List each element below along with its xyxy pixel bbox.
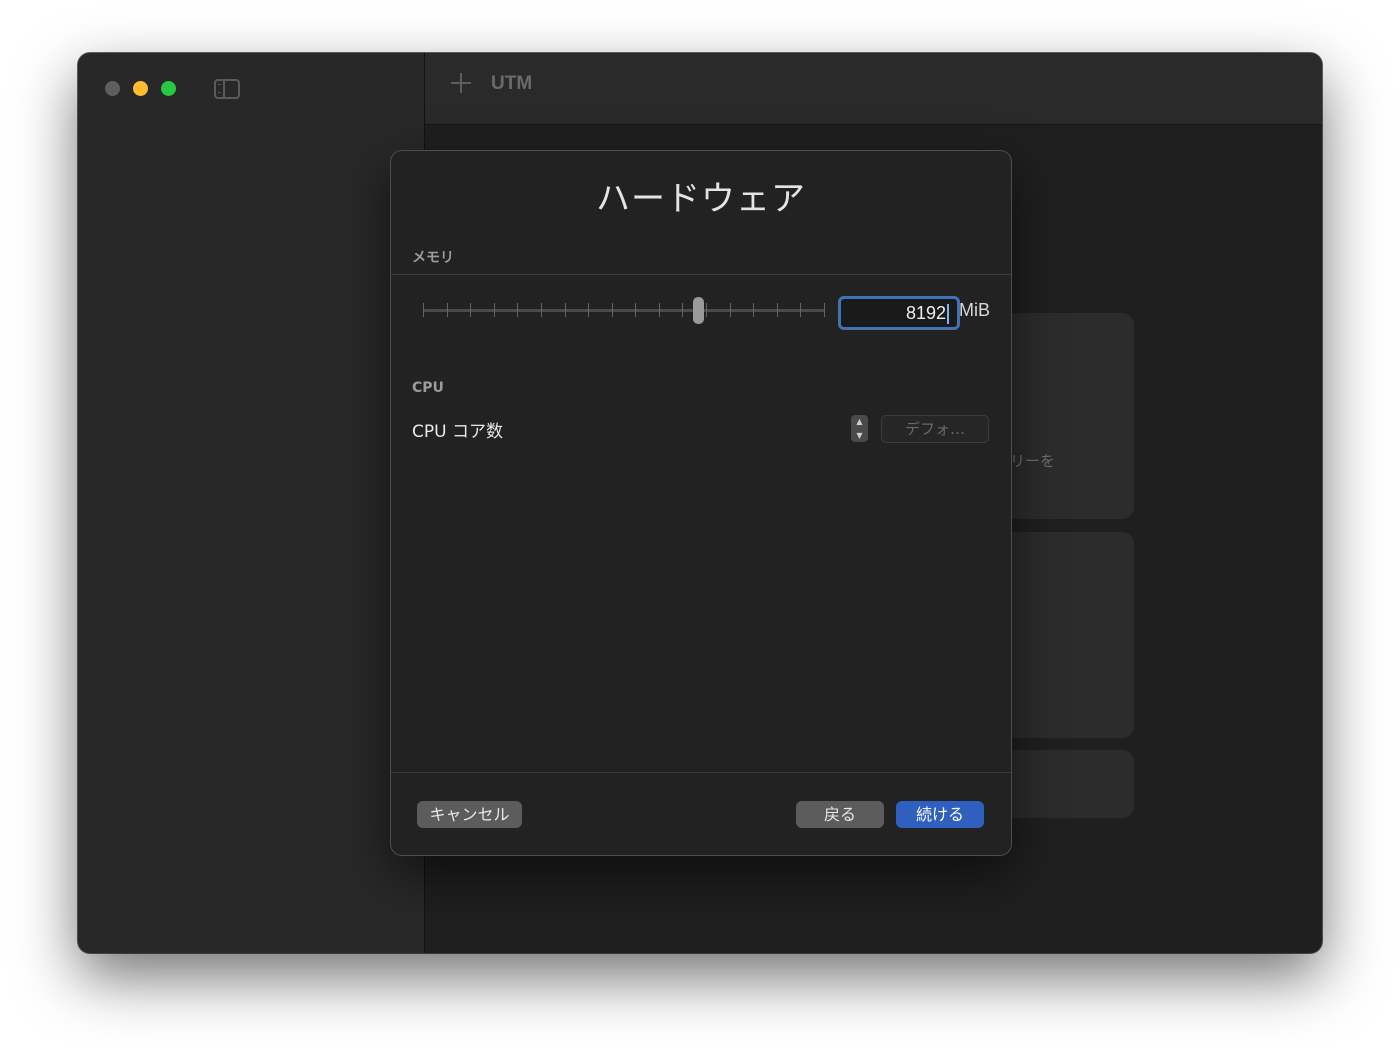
- background-option-card: [995, 750, 1134, 818]
- slider-tick: [706, 303, 707, 317]
- text-caret: [947, 304, 949, 325]
- toolbar: UTM: [425, 53, 1322, 125]
- background-option-card: [955, 532, 1134, 738]
- slider-tick: [494, 303, 495, 317]
- hardware-dialog: ハードウェア メモリ 8192 MiB CPU CPU コア数 ▲ ▼ デフォ……: [390, 150, 1012, 856]
- slider-tick: [423, 303, 424, 317]
- cancel-button[interactable]: キャンセル: [417, 801, 522, 828]
- slider-tick: [588, 303, 589, 317]
- slider-tick: [753, 303, 754, 317]
- slider-track: [423, 309, 825, 312]
- maximize-window-button[interactable]: [161, 81, 176, 96]
- card-text: リーを: [1010, 452, 1056, 470]
- slider-tick: [612, 303, 613, 317]
- chevron-down-icon[interactable]: ▼: [851, 429, 868, 442]
- memory-input[interactable]: 8192: [838, 296, 960, 330]
- sidebar: [78, 53, 425, 953]
- slider-tick: [447, 303, 448, 317]
- chevron-up-icon[interactable]: ▲: [851, 415, 868, 428]
- slider-tick: [682, 303, 683, 317]
- slider-tick: [565, 303, 566, 317]
- slider-tick: [777, 303, 778, 317]
- dialog-title: ハードウェア: [596, 179, 806, 219]
- memory-unit: MiB: [959, 300, 990, 320]
- slider-tick: [824, 303, 825, 317]
- cpu-cores-stepper[interactable]: ▲ ▼: [851, 415, 868, 442]
- slider-tick: [517, 303, 518, 317]
- back-button[interactable]: 戻る: [796, 801, 884, 828]
- memory-slider[interactable]: [423, 297, 825, 324]
- cpu-section-label: CPU: [412, 380, 444, 396]
- continue-button[interactable]: 続ける: [896, 801, 984, 828]
- memory-section-label: メモリ: [412, 250, 454, 266]
- background-option-card: リーを: [955, 313, 1134, 519]
- close-window-button[interactable]: [105, 81, 120, 96]
- footer-divider: [391, 772, 1011, 773]
- add-vm-button[interactable]: [451, 73, 471, 93]
- slider-tick: [659, 303, 660, 317]
- slider-tick: [800, 303, 801, 317]
- section-divider: [391, 274, 1011, 275]
- slider-tick: [541, 303, 542, 317]
- cpu-cores-field[interactable]: デフォ…: [881, 415, 989, 443]
- slider-thumb[interactable]: [693, 297, 704, 324]
- memory-value: 8192: [905, 303, 946, 323]
- app-title: UTM: [491, 73, 533, 94]
- slider-tick: [730, 303, 731, 317]
- slider-tick: [470, 303, 471, 317]
- cpu-cores-label: CPU コア数: [412, 422, 503, 442]
- slider-tick: [635, 303, 636, 317]
- sidebar-toggle-icon[interactable]: [214, 79, 240, 99]
- minimize-window-button[interactable]: [133, 81, 148, 96]
